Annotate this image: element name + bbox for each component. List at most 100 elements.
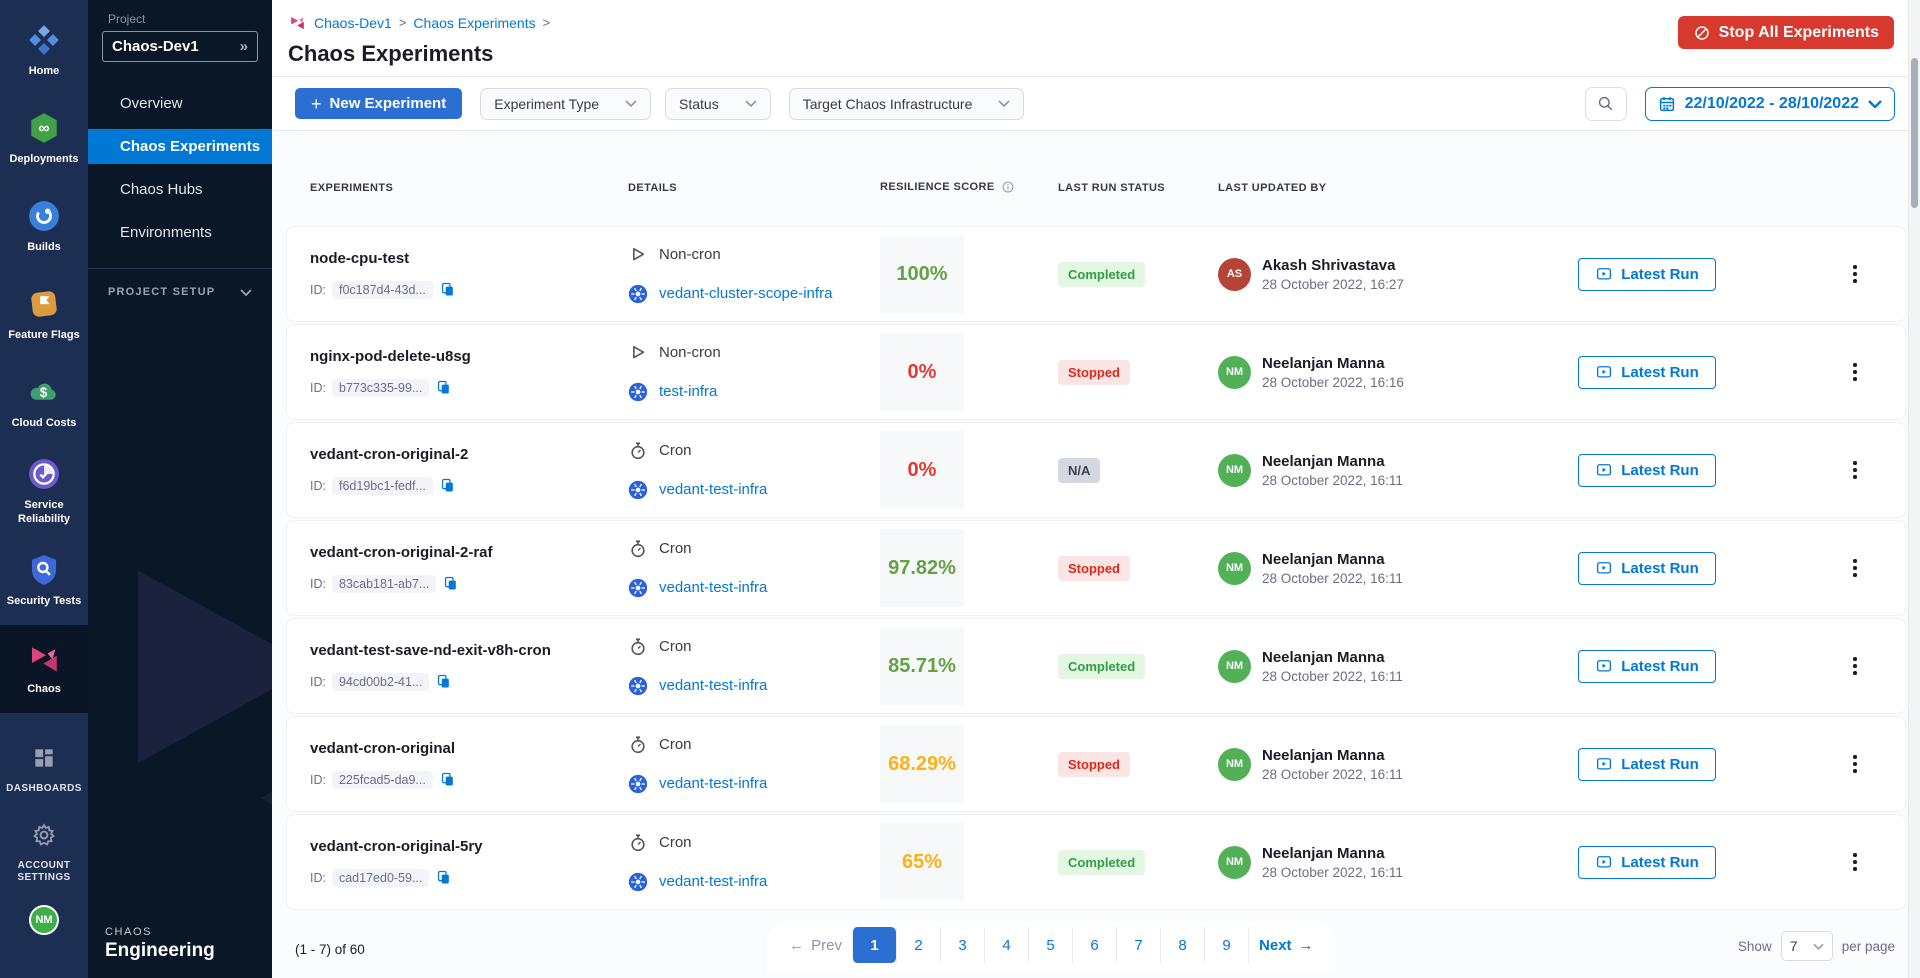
row-menu-button[interactable] <box>1847 749 1863 779</box>
experiment-name-link[interactable]: vedant-cron-original-2-raf <box>310 544 628 561</box>
row-menu-button[interactable] <box>1847 553 1863 583</box>
date-range-picker[interactable]: 22/10/2022 - 28/10/2022 <box>1645 87 1895 121</box>
sidebar-module-cloud-costs[interactable]: $Cloud Costs <box>0 358 88 446</box>
breadcrumb-separator-icon: > <box>543 15 551 30</box>
updated-by-name: Neelanjan Manna <box>1262 355 1404 372</box>
project-setup-toggle[interactable]: PROJECT SETUP <box>88 269 272 298</box>
row-menu-button[interactable] <box>1847 651 1863 681</box>
sidebar-module-account-settings[interactable]: ACCOUNT SETTINGS <box>0 807 88 895</box>
sidebar-module-builds[interactable]: Builds <box>0 182 88 270</box>
schedule-type: Cron <box>659 736 692 753</box>
module-label: ACCOUNT SETTINGS <box>3 860 85 885</box>
vertical-scrollbar[interactable] <box>1908 0 1920 978</box>
latest-run-button[interactable]: Latest Run <box>1578 748 1716 781</box>
status-badge: Stopped <box>1058 556 1130 581</box>
avatar: NM <box>1218 454 1251 487</box>
infrastructure-link[interactable]: vedant-test-infra <box>659 873 767 890</box>
feature-flags-icon <box>26 286 62 322</box>
latest-run-label: Latest Run <box>1621 364 1699 381</box>
sidebar-module-security-tests[interactable]: Security Tests <box>0 537 88 625</box>
id-label: ID: <box>310 381 326 395</box>
latest-run-button[interactable]: Latest Run <box>1578 650 1716 683</box>
account-settings-icon <box>26 817 62 853</box>
page-button-1[interactable]: 1 <box>852 927 896 963</box>
experiment-name-link[interactable]: vedant-test-save-nd-exit-v8h-cron <box>310 642 628 659</box>
target-infrastructure-filter[interactable]: Target Chaos Infrastructure <box>789 88 1025 120</box>
page-button-7[interactable]: 7 <box>1116 927 1160 963</box>
row-menu-button[interactable] <box>1847 259 1863 289</box>
sidebar-module-chaos[interactable]: Chaos <box>0 625 88 713</box>
search-button[interactable] <box>1585 87 1627 121</box>
sidebar-item-overview[interactable]: Overview <box>88 86 272 121</box>
sidebar-item-chaos-experiments[interactable]: Chaos Experiments <box>88 129 272 164</box>
infrastructure-link[interactable]: vedant-cluster-scope-infra <box>659 285 832 302</box>
latest-run-label: Latest Run <box>1621 854 1699 871</box>
avatar: NM <box>1218 846 1251 879</box>
next-page-button[interactable]: Next→ <box>1248 927 1324 963</box>
infrastructure-link[interactable]: vedant-test-infra <box>659 677 767 694</box>
copy-icon[interactable] <box>442 575 459 592</box>
experiment-name-link[interactable]: node-cpu-test <box>310 250 628 267</box>
infrastructure-link[interactable]: vedant-test-infra <box>659 775 767 792</box>
run-icon <box>1595 363 1613 381</box>
page-button-3[interactable]: 3 <box>940 927 984 963</box>
experiment-type-filter[interactable]: Experiment Type <box>480 88 651 120</box>
latest-run-button[interactable]: Latest Run <box>1578 454 1716 487</box>
experiment-id-chip: 83cab181-ab7... <box>332 575 436 593</box>
updated-at-timestamp: 28 October 2022, 16:11 <box>1262 767 1403 782</box>
breadcrumb-experiments-link[interactable]: Chaos Experiments <box>413 15 535 31</box>
updated-at-timestamp: 28 October 2022, 16:11 <box>1262 473 1403 488</box>
new-experiment-button[interactable]: + New Experiment <box>295 88 462 119</box>
copy-icon[interactable] <box>439 477 456 494</box>
experiment-name-link[interactable]: vedant-cron-original-2 <box>310 446 628 463</box>
experiment-name-link[interactable]: vedant-cron-original <box>310 740 628 757</box>
latest-run-button[interactable]: Latest Run <box>1578 846 1716 879</box>
sidebar-module-deployments[interactable]: ∞Deployments <box>0 94 88 182</box>
infrastructure-link[interactable]: vedant-test-infra <box>659 579 767 596</box>
copy-icon[interactable] <box>439 281 456 298</box>
latest-run-cell: Latest Run <box>1578 748 1823 781</box>
latest-run-button[interactable]: Latest Run <box>1578 356 1716 389</box>
sidebar-module-dashboards[interactable]: DASHBOARDS <box>0 729 88 807</box>
experiment-name-link[interactable]: vedant-cron-original-5ry <box>310 838 628 855</box>
project-selector[interactable]: Chaos-Dev1 » <box>102 31 258 62</box>
page-button-4[interactable]: 4 <box>984 927 1028 963</box>
copy-icon[interactable] <box>435 869 452 886</box>
sidebar-module-service-reliability[interactable]: Service Reliability <box>0 446 88 537</box>
copy-icon[interactable] <box>439 771 456 788</box>
prev-page-button[interactable]: ←Prev <box>779 927 852 963</box>
dashboards-icon <box>26 740 62 776</box>
user-avatar[interactable]: NM <box>29 905 59 935</box>
page-size-select[interactable]: 7 <box>1781 931 1833 961</box>
experiment-name-link[interactable]: nginx-pod-delete-u8sg <box>310 348 628 365</box>
page-size-value: 7 <box>1790 938 1798 954</box>
page-button-5[interactable]: 5 <box>1028 927 1072 963</box>
page-button-6[interactable]: 6 <box>1072 927 1116 963</box>
pagination-bar: (1 - 7) of 60 ←Prev123456789Next→ Show 7… <box>287 921 1905 973</box>
sidebar-module-home[interactable]: Home <box>0 6 88 94</box>
expand-projects-icon[interactable]: » <box>240 38 248 55</box>
status-filter[interactable]: Status <box>665 88 771 120</box>
copy-icon[interactable] <box>435 379 452 396</box>
latest-run-button[interactable]: Latest Run <box>1578 552 1716 585</box>
sidebar-item-chaos-hubs[interactable]: Chaos Hubs <box>88 172 272 207</box>
page-button-2[interactable]: 2 <box>896 927 940 963</box>
latest-run-button[interactable]: Latest Run <box>1578 258 1716 291</box>
stop-all-experiments-button[interactable]: Stop All Experiments <box>1678 16 1894 49</box>
copy-icon[interactable] <box>435 673 452 690</box>
row-menu-button[interactable] <box>1847 455 1863 485</box>
experiment-id-line: ID: f0c187d4-43d... <box>310 281 628 299</box>
infrastructure-link[interactable]: vedant-test-infra <box>659 481 767 498</box>
scrollbar-thumb[interactable] <box>1911 58 1918 208</box>
row-menu-button[interactable] <box>1847 357 1863 387</box>
sidebar-item-environments[interactable]: Environments <box>88 215 272 250</box>
details-cell: Cron vedant-test-infra <box>628 833 880 892</box>
sidebar-module-feature-flags[interactable]: Feature Flags <box>0 270 88 358</box>
resilience-score-value: 100% <box>896 263 947 286</box>
breadcrumb-project-link[interactable]: Chaos-Dev1 <box>314 15 392 31</box>
row-menu-button[interactable] <box>1847 847 1863 877</box>
infrastructure-link[interactable]: test-infra <box>659 383 717 400</box>
page-button-9[interactable]: 9 <box>1204 927 1248 963</box>
page-button-8[interactable]: 8 <box>1160 927 1204 963</box>
info-icon[interactable] <box>1001 180 1015 194</box>
